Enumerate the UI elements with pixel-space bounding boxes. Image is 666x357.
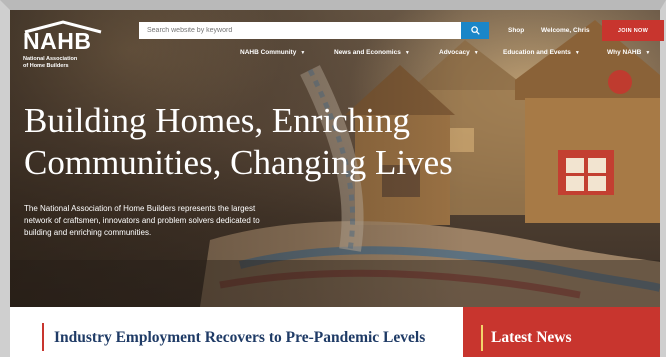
nav-item-nahb-community[interactable]: NAHB Community ▼ — [240, 49, 305, 56]
nav-item-education-and-events[interactable]: Education and Events ▼ — [503, 49, 580, 56]
logo-subtitle-line1: National Association — [23, 56, 78, 62]
hero-headline-line1: Building Homes, Enriching — [24, 101, 410, 140]
hero-description: The National Association of Home Builder… — [24, 203, 334, 239]
search-icon — [470, 26, 480, 35]
chevron-down-icon: ▼ — [574, 50, 580, 56]
join-now-button[interactable]: JOIN NOW — [602, 20, 664, 41]
nav-item-label: Why NAHB — [607, 49, 642, 56]
featured-accent-bar — [42, 323, 44, 351]
nav-item-label: NAHB Community — [240, 49, 297, 56]
hero-headline-line2: Communities, Changing Lives — [24, 143, 453, 182]
hero-headline: Building Homes, Enriching Communities, C… — [24, 100, 584, 184]
hero-description-line3: building and enriching communities. — [24, 228, 152, 237]
chevron-down-icon: ▼ — [473, 50, 479, 56]
nahb-logo[interactable]: NAHB National Association of Home Builde… — [23, 20, 103, 74]
chevron-down-icon: ▼ — [404, 50, 410, 56]
logo-subtitle-line2: of Home Builders — [23, 63, 69, 69]
nav-item-label: News and Economics — [334, 49, 401, 56]
nav-item-label: Advocacy — [439, 49, 470, 56]
chevron-down-icon: ▼ — [645, 50, 651, 56]
welcome-user-link[interactable]: Welcome, Chris — [541, 27, 590, 34]
latest-news-accent-bar — [481, 325, 483, 351]
logo-text: NAHB — [23, 28, 92, 54]
nav-item-why-nahb[interactable]: Why NAHB ▼ — [607, 49, 650, 56]
featured-news-bar: Industry Employment Recovers to Pre-Pand… — [10, 307, 660, 357]
shop-link[interactable]: Shop — [508, 27, 524, 34]
featured-story-link[interactable]: Industry Employment Recovers to Pre-Pand… — [54, 329, 425, 347]
main-nav: NAHB Community ▼ News and Economics ▼ Advo… — [240, 49, 660, 61]
search-input[interactable] — [139, 22, 461, 39]
latest-news-panel[interactable]: Latest News — [463, 307, 660, 357]
latest-news-heading: Latest News — [491, 329, 572, 346]
search-button[interactable] — [461, 22, 489, 39]
nav-item-label: Education and Events — [503, 49, 571, 56]
nav-item-news-and-economics[interactable]: News and Economics ▼ — [334, 49, 410, 56]
hero-description-line2: network of craftsmen, innovators and pro… — [24, 216, 260, 225]
chevron-down-icon: ▼ — [300, 50, 306, 56]
logo-subtitle: National Association of Home Builders — [23, 56, 103, 70]
nav-item-advocacy[interactable]: Advocacy ▼ — [439, 49, 479, 56]
hero-description-line1: The National Association of Home Builder… — [24, 204, 256, 213]
